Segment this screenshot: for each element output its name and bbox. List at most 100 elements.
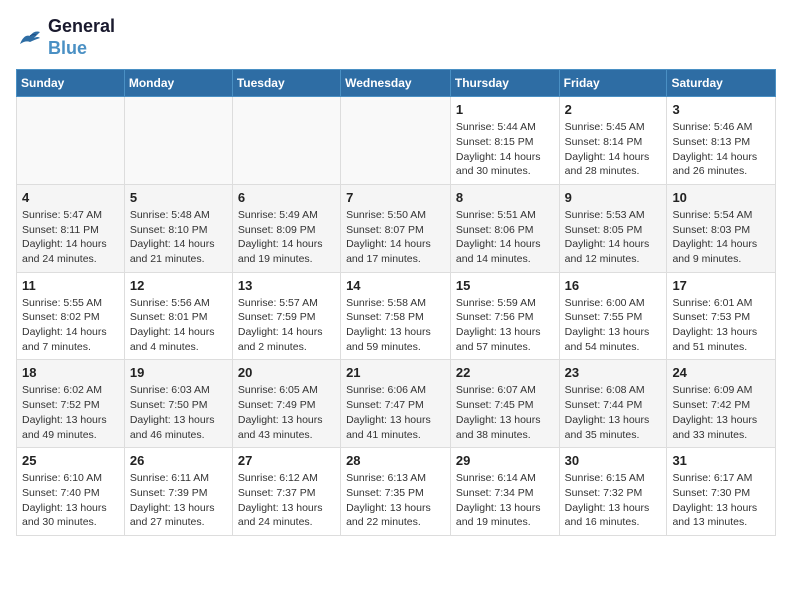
calendar-cell: 2 Sunrise: 5:45 AM Sunset: 8:14 PM Daylig… xyxy=(559,97,667,185)
day-info: Sunrise: 5:51 AM Sunset: 8:06 PM Dayligh… xyxy=(456,208,554,267)
calendar-cell: 16 Sunrise: 6:00 AM Sunset: 7:55 PM Dayli… xyxy=(559,272,667,360)
day-number: 11 xyxy=(22,278,119,293)
calendar-cell xyxy=(124,97,232,185)
day-info: Sunrise: 5:57 AM Sunset: 7:59 PM Dayligh… xyxy=(238,296,335,355)
day-number: 23 xyxy=(565,365,662,380)
day-number: 4 xyxy=(22,190,119,205)
calendar-cell: 23 Sunrise: 6:08 AM Sunset: 7:44 PM Dayli… xyxy=(559,360,667,448)
day-number: 1 xyxy=(456,102,554,117)
calendar-cell: 30 Sunrise: 6:15 AM Sunset: 7:32 PM Dayli… xyxy=(559,448,667,536)
col-sunday: Sunday xyxy=(17,70,125,97)
calendar-cell: 7 Sunrise: 5:50 AM Sunset: 8:07 PM Daylig… xyxy=(341,184,451,272)
day-number: 18 xyxy=(22,365,119,380)
calendar-cell: 22 Sunrise: 6:07 AM Sunset: 7:45 PM Dayli… xyxy=(450,360,559,448)
day-number: 7 xyxy=(346,190,445,205)
day-info: Sunrise: 5:46 AM Sunset: 8:13 PM Dayligh… xyxy=(672,120,770,179)
calendar-body: 1 Sunrise: 5:44 AM Sunset: 8:15 PM Daylig… xyxy=(17,97,776,536)
calendar-week-4: 18Sunrise: 6:02 AM Sunset: 7:52 PM Dayli… xyxy=(17,360,776,448)
day-info: Sunrise: 5:47 AM Sunset: 8:11 PM Dayligh… xyxy=(22,208,119,267)
calendar-cell: 5Sunrise: 5:48 AM Sunset: 8:10 PM Daylig… xyxy=(124,184,232,272)
day-number: 8 xyxy=(456,190,554,205)
day-info: Sunrise: 6:14 AM Sunset: 7:34 PM Dayligh… xyxy=(456,471,554,530)
day-number: 29 xyxy=(456,453,554,468)
calendar-cell: 4 Sunrise: 5:47 AM Sunset: 8:11 PM Daylig… xyxy=(17,184,125,272)
day-info: Sunrise: 5:56 AM Sunset: 8:01 PM Dayligh… xyxy=(130,296,227,355)
calendar-cell: 27 Sunrise: 6:12 AM Sunset: 7:37 PM Dayli… xyxy=(232,448,340,536)
day-info: Sunrise: 5:59 AM Sunset: 7:56 PM Dayligh… xyxy=(456,296,554,355)
day-number: 31 xyxy=(672,453,770,468)
day-number: 25 xyxy=(22,453,119,468)
calendar-cell: 1 Sunrise: 5:44 AM Sunset: 8:15 PM Daylig… xyxy=(450,97,559,185)
day-number: 15 xyxy=(456,278,554,293)
day-number: 26 xyxy=(130,453,227,468)
day-number: 19 xyxy=(130,365,227,380)
day-number: 9 xyxy=(565,190,662,205)
day-info: Sunrise: 5:44 AM Sunset: 8:15 PM Dayligh… xyxy=(456,120,554,179)
day-info: Sunrise: 6:12 AM Sunset: 7:37 PM Dayligh… xyxy=(238,471,335,530)
day-info: Sunrise: 6:13 AM Sunset: 7:35 PM Dayligh… xyxy=(346,471,445,530)
day-number: 16 xyxy=(565,278,662,293)
calendar-cell: 3 Sunrise: 5:46 AM Sunset: 8:13 PM Daylig… xyxy=(667,97,776,185)
day-number: 14 xyxy=(346,278,445,293)
calendar-cell: 11 Sunrise: 5:55 AM Sunset: 8:02 PM Dayli… xyxy=(17,272,125,360)
day-info: Sunrise: 6:09 AM Sunset: 7:42 PM Dayligh… xyxy=(672,383,770,442)
day-number: 27 xyxy=(238,453,335,468)
day-number: 22 xyxy=(456,365,554,380)
calendar-week-5: 25 Sunrise: 6:10 AM Sunset: 7:40 PM Dayli… xyxy=(17,448,776,536)
day-info: Sunrise: 5:58 AM Sunset: 7:58 PM Dayligh… xyxy=(346,296,445,355)
day-info: Sunrise: 6:03 AM Sunset: 7:50 PM Dayligh… xyxy=(130,383,227,442)
day-info: Sunrise: 6:08 AM Sunset: 7:44 PM Dayligh… xyxy=(565,383,662,442)
calendar-cell: 25 Sunrise: 6:10 AM Sunset: 7:40 PM Dayli… xyxy=(17,448,125,536)
day-info: Sunrise: 5:50 AM Sunset: 8:07 PM Dayligh… xyxy=(346,208,445,267)
calendar-cell: 20 Sunrise: 6:05 AM Sunset: 7:49 PM Dayli… xyxy=(232,360,340,448)
calendar-cell xyxy=(341,97,451,185)
logo-text: GeneralBlue xyxy=(48,16,115,59)
col-monday: Monday xyxy=(124,70,232,97)
calendar-header-row: Sunday Monday Tuesday Wednesday Thursday… xyxy=(17,70,776,97)
calendar-cell: 21 Sunrise: 6:06 AM Sunset: 7:47 PM Dayli… xyxy=(341,360,451,448)
day-number: 20 xyxy=(238,365,335,380)
col-friday: Friday xyxy=(559,70,667,97)
day-info: Sunrise: 5:53 AM Sunset: 8:05 PM Dayligh… xyxy=(565,208,662,267)
calendar-cell: 13 Sunrise: 5:57 AM Sunset: 7:59 PM Dayli… xyxy=(232,272,340,360)
day-info: Sunrise: 6:17 AM Sunset: 7:30 PM Dayligh… xyxy=(672,471,770,530)
day-info: Sunrise: 5:55 AM Sunset: 8:02 PM Dayligh… xyxy=(22,296,119,355)
calendar-cell: 10Sunrise: 5:54 AM Sunset: 8:03 PM Dayli… xyxy=(667,184,776,272)
day-info: Sunrise: 6:06 AM Sunset: 7:47 PM Dayligh… xyxy=(346,383,445,442)
day-number: 17 xyxy=(672,278,770,293)
day-info: Sunrise: 6:05 AM Sunset: 7:49 PM Dayligh… xyxy=(238,383,335,442)
col-wednesday: Wednesday xyxy=(341,70,451,97)
calendar-cell xyxy=(232,97,340,185)
calendar-cell: 26Sunrise: 6:11 AM Sunset: 7:39 PM Dayli… xyxy=(124,448,232,536)
day-number: 24 xyxy=(672,365,770,380)
calendar-cell: 28Sunrise: 6:13 AM Sunset: 7:35 PM Dayli… xyxy=(341,448,451,536)
logo-icon xyxy=(16,26,44,50)
calendar-cell xyxy=(17,97,125,185)
day-number: 30 xyxy=(565,453,662,468)
day-number: 13 xyxy=(238,278,335,293)
calendar-cell: 19 Sunrise: 6:03 AM Sunset: 7:50 PM Dayli… xyxy=(124,360,232,448)
calendar-cell: 9 Sunrise: 5:53 AM Sunset: 8:05 PM Daylig… xyxy=(559,184,667,272)
calendar-cell: 6Sunrise: 5:49 AM Sunset: 8:09 PM Daylig… xyxy=(232,184,340,272)
day-number: 12 xyxy=(130,278,227,293)
day-number: 5 xyxy=(130,190,227,205)
calendar-cell: 8 Sunrise: 5:51 AM Sunset: 8:06 PM Daylig… xyxy=(450,184,559,272)
day-info: Sunrise: 6:10 AM Sunset: 7:40 PM Dayligh… xyxy=(22,471,119,530)
day-info: Sunrise: 6:01 AM Sunset: 7:53 PM Dayligh… xyxy=(672,296,770,355)
day-info: Sunrise: 6:15 AM Sunset: 7:32 PM Dayligh… xyxy=(565,471,662,530)
col-saturday: Saturday xyxy=(667,70,776,97)
calendar-cell: 14 Sunrise: 5:58 AM Sunset: 7:58 PM Dayli… xyxy=(341,272,451,360)
day-number: 3 xyxy=(672,102,770,117)
day-number: 2 xyxy=(565,102,662,117)
day-number: 6 xyxy=(238,190,335,205)
day-info: Sunrise: 5:45 AM Sunset: 8:14 PM Dayligh… xyxy=(565,120,662,179)
calendar-cell: 29 Sunrise: 6:14 AM Sunset: 7:34 PM Dayli… xyxy=(450,448,559,536)
logo: GeneralBlue xyxy=(16,16,115,59)
day-number: 21 xyxy=(346,365,445,380)
calendar-cell: 18Sunrise: 6:02 AM Sunset: 7:52 PM Dayli… xyxy=(17,360,125,448)
day-info: Sunrise: 6:07 AM Sunset: 7:45 PM Dayligh… xyxy=(456,383,554,442)
calendar-week-2: 4 Sunrise: 5:47 AM Sunset: 8:11 PM Daylig… xyxy=(17,184,776,272)
calendar-week-3: 11 Sunrise: 5:55 AM Sunset: 8:02 PM Dayli… xyxy=(17,272,776,360)
day-info: Sunrise: 6:00 AM Sunset: 7:55 PM Dayligh… xyxy=(565,296,662,355)
calendar-cell: 17 Sunrise: 6:01 AM Sunset: 7:53 PM Dayli… xyxy=(667,272,776,360)
